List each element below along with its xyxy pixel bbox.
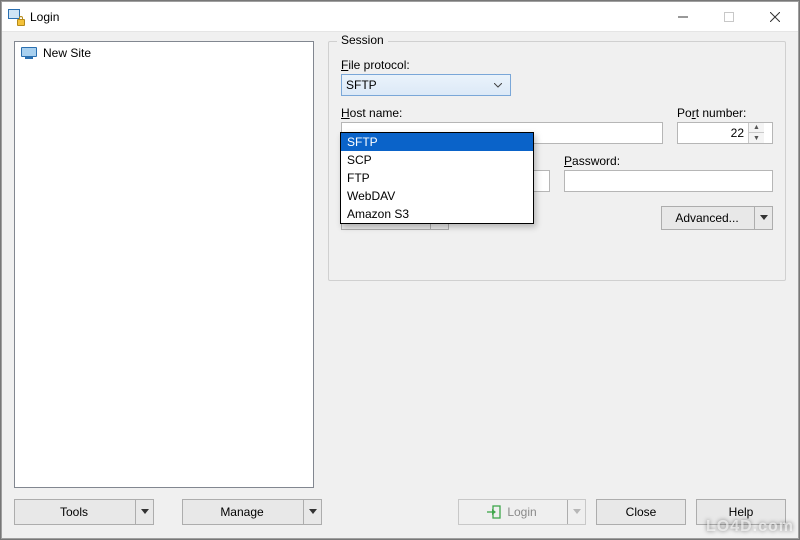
port-input[interactable] [678, 123, 748, 143]
tools-button-label: Tools [60, 505, 88, 519]
close-window-button[interactable] [752, 2, 798, 31]
port-label: Port number: [677, 106, 773, 120]
file-protocol-label: File protocol: [341, 58, 773, 72]
protocol-option[interactable]: FTP [341, 169, 533, 187]
site-item[interactable]: New Site [17, 44, 311, 62]
manage-button[interactable]: Manage [182, 499, 322, 525]
login-dropdown-toggle[interactable] [567, 500, 585, 524]
protocol-option[interactable]: WebDAV [341, 187, 533, 205]
tools-button[interactable]: Tools [14, 499, 154, 525]
session-legend: Session [337, 33, 388, 47]
app-icon [8, 9, 24, 25]
close-button[interactable]: Close [596, 499, 686, 525]
monitor-icon [21, 47, 37, 59]
upper-pane: New Site Session File protocol: SFTP [14, 41, 786, 488]
login-button[interactable]: Login [458, 499, 586, 525]
port-up-button[interactable]: ▲ [749, 123, 764, 133]
port-down-button[interactable]: ▼ [749, 133, 764, 143]
login-button-label: Login [507, 505, 536, 519]
help-button-label: Help [729, 505, 754, 519]
port-spinner[interactable]: ▲ ▼ [677, 122, 773, 144]
bottom-button-bar: Tools Manage Login Close H [14, 498, 786, 526]
window-controls [660, 2, 798, 31]
file-protocol-row: File protocol: SFTP [341, 58, 773, 96]
host-label: Host name: [341, 106, 663, 120]
password-label: Password: [564, 154, 773, 168]
manage-dropdown-toggle[interactable] [303, 500, 321, 524]
password-input[interactable] [564, 170, 773, 192]
client-area: New Site Session File protocol: SFTP [2, 32, 798, 538]
manage-button-label: Manage [220, 505, 263, 519]
advanced-dropdown-toggle[interactable] [754, 207, 772, 229]
site-item-label: New Site [43, 46, 91, 60]
file-protocol-value: SFTP [346, 78, 377, 92]
window-title: Login [30, 10, 59, 24]
login-icon [487, 505, 501, 519]
protocol-option[interactable]: SCP [341, 151, 533, 169]
file-protocol-dropdown[interactable]: SFTP SCP FTP WebDAV Amazon S3 [340, 132, 534, 224]
file-protocol-combobox[interactable]: SFTP [341, 74, 511, 96]
help-button[interactable]: Help [696, 499, 786, 525]
tools-dropdown-toggle[interactable] [135, 500, 153, 524]
titlebar: Login [2, 2, 798, 32]
minimize-button[interactable] [660, 2, 706, 31]
sites-list[interactable]: New Site [14, 41, 314, 488]
login-window: Login New Site Session [1, 1, 799, 539]
close-button-label: Close [626, 505, 657, 519]
maximize-button [706, 2, 752, 31]
protocol-option[interactable]: Amazon S3 [341, 205, 533, 223]
protocol-option[interactable]: SFTP [341, 133, 533, 151]
advanced-button[interactable]: Advanced... [661, 206, 773, 230]
advanced-button-label: Advanced... [675, 211, 738, 225]
chevron-down-icon [490, 78, 506, 92]
